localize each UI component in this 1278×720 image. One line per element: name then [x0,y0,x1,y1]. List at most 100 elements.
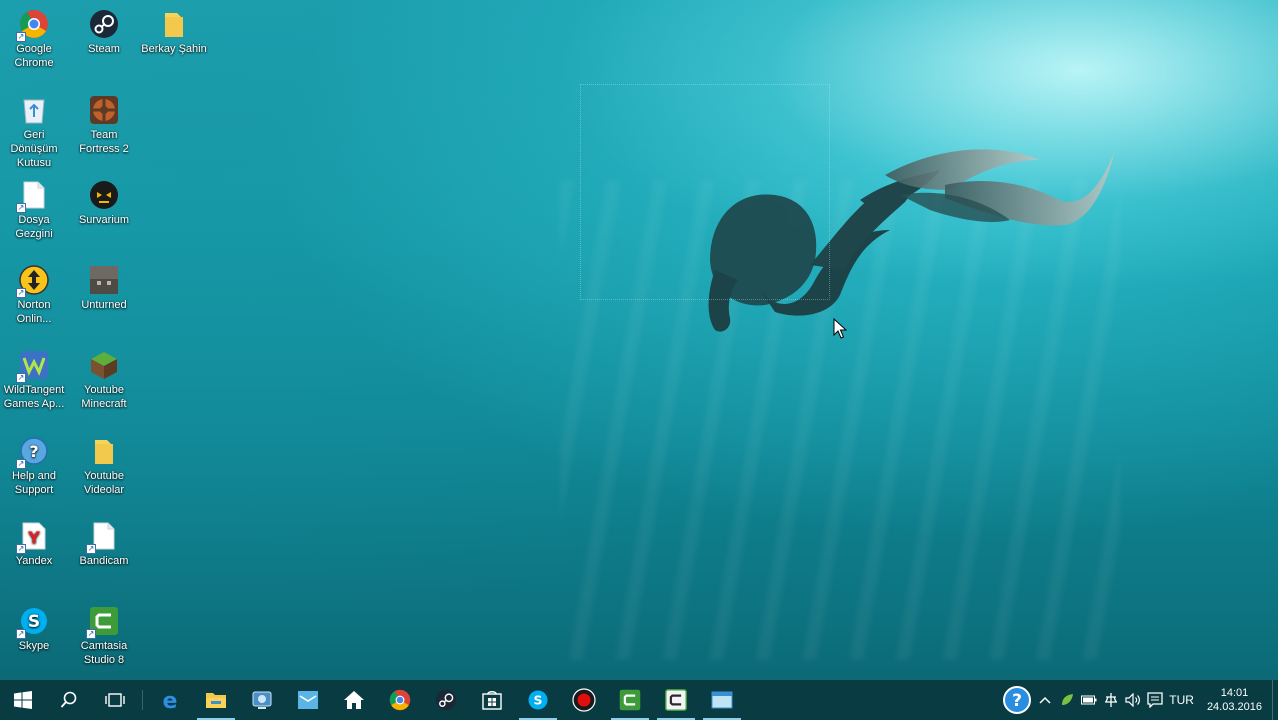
shortcut-arrow-icon: ↗ [16,203,26,213]
tf2-icon [88,94,120,126]
shortcut-arrow-icon: ↗ [86,629,96,639]
camtasia-studio-icon [665,689,687,711]
desktop-icon-label: Norton Onlin... [16,299,52,325]
svg-text:e: e [163,689,178,711]
task-view-icon [105,693,125,707]
record-icon [572,688,596,712]
desktop-icon-label: Google Chrome [14,43,54,69]
desktop-icon-skype[interactable]: S ↗ Skype [0,605,69,653]
taskbar-camtasia-recorder[interactable] [607,680,653,720]
taskbar-store[interactable] [469,680,515,720]
desktop-icon-file-explorer[interactable]: ↗ Dosya Gezgini [0,179,69,241]
tray-nvidia[interactable] [1056,680,1078,720]
desktop-icon-berkay-sahin[interactable]: Berkay Şahin [139,8,209,56]
taskbar-mail[interactable] [285,680,331,720]
tray-battery[interactable] [1078,680,1100,720]
desktop-icon-label: Unturned [81,299,127,311]
tray-volume[interactable] [1122,680,1144,720]
show-desktop-button[interactable] [1272,680,1278,720]
steam-icon [435,689,457,711]
taskbar-skype[interactable]: S [515,680,561,720]
store-icon [482,690,502,710]
norton-icon: ↗ [16,264,50,298]
recycle-bin-icon [18,94,50,126]
desktop-icon-survarium[interactable]: Survarium [69,179,139,227]
tray-language[interactable]: TUR [1166,680,1197,720]
taskbar-camtasia-studio[interactable] [653,680,699,720]
taskbar-file-explorer[interactable] [193,680,239,720]
desktop-icon-camtasia[interactable]: ↗ Camtasia Studio 8 [69,605,139,667]
chrome-icon: ↗ [16,8,50,42]
taskbar-separator [142,690,143,710]
desktop-icon-bandicam[interactable]: ↗ Bandicam [69,520,139,568]
svg-text:S: S [534,692,543,707]
desktop-icon-youtube-videolar[interactable]: Youtube Videolar [69,435,139,497]
edge-icon: e [163,689,178,711]
taskbar-bandicam[interactable] [561,680,607,720]
taskbar-window[interactable] [699,680,745,720]
steam-icon [88,8,120,40]
camtasia-icon: ↗ [86,605,120,639]
svg-text:Y: Y [27,528,40,547]
desktop-icon-label: Camtasia Studio 8 [80,640,128,666]
taskbar-edge[interactable]: e [147,680,193,720]
network-icon [1105,693,1118,707]
desktop-icon-label: WildTangent Games Ap... [3,384,65,410]
search-button[interactable] [46,680,92,720]
svg-text:S: S [28,612,40,632]
mail-icon [298,691,318,709]
desktop-icon-label: Bandicam [79,555,129,567]
search-icon [60,691,77,708]
battery-icon [1081,695,1097,705]
skype-icon: S ↗ [16,605,50,639]
survarium-icon [88,179,120,211]
tray-action-center[interactable] [1144,680,1166,720]
desktop-icon-steam[interactable]: Steam [69,8,139,56]
desktop-icon-label: Survarium [78,214,130,226]
tray-clock[interactable]: 14:01 24.03.2016 [1197,686,1272,714]
tray-network[interactable] [1100,680,1122,720]
taskbar-chrome[interactable] [377,680,423,720]
desktop-icon-label: Skype [18,640,50,652]
taskbar-control-panel[interactable] [239,680,285,720]
shortcut-arrow-icon: ↗ [16,288,26,298]
desktop-icon-youtube-minecraft[interactable]: Youtube Minecraft [69,349,139,411]
shortcut-arrow-icon: ↗ [16,629,26,639]
tray-overflow-button[interactable] [1034,680,1056,720]
desktop-icon-help-and-support[interactable]: ? ↗ Help and Support [0,435,69,497]
desktop-icon-label: Dosya Gezgini [15,214,53,240]
windows-start-icon [14,691,32,709]
folder-icon [206,693,226,708]
folder-icon [88,435,120,467]
svg-text:?: ? [29,442,38,461]
taskbar-steam[interactable] [423,680,469,720]
desktop-icon-label: Youtube Videolar [83,470,125,496]
svg-text:?: ? [1012,691,1022,711]
notification-icon [1147,692,1163,708]
window-icon [711,691,733,709]
shortcut-arrow-icon: ↗ [16,32,26,42]
taskbar: e S ? TUR 14:01 24.03.2016 [0,680,1278,720]
chrome-icon [389,689,411,711]
shortcut-arrow-icon: ↗ [16,373,26,383]
desktop-icon-yandex[interactable]: Y ↗ Yandex [0,520,69,568]
desktop-icon-wildtangent[interactable]: ↗ WildTangent Games Ap... [0,349,69,411]
tray-help[interactable]: ? [1000,680,1034,720]
start-button[interactable] [0,680,46,720]
desktop-icon-unturned[interactable]: Unturned [69,264,139,312]
unturned-icon [88,264,120,296]
desktop-icon-label: Youtube Minecraft [81,384,127,410]
taskbar-home[interactable] [331,680,377,720]
desktop-icon-norton[interactable]: ↗ Norton Onlin... [0,264,69,326]
system-tray: ? TUR 14:01 24.03.2016 [1000,680,1278,720]
clock-time: 14:01 [1220,687,1249,699]
desktop-icon-recycle-bin[interactable]: Geri Dönüşüm Kutusu [0,94,69,170]
desktop-icon-google-chrome[interactable]: ↗ Google Chrome [0,8,69,70]
chevron-up-icon [1039,696,1051,704]
minecraft-icon [88,349,120,381]
desktop-icon-label: Berkay Şahin [141,43,207,55]
desktop-icon-team-fortress-2[interactable]: Team Fortress 2 [69,94,139,156]
desktop-icon-label: Geri Dönüşüm Kutusu [10,129,58,169]
task-view-button[interactable] [92,680,138,720]
help-icon: ? ↗ [16,435,50,469]
